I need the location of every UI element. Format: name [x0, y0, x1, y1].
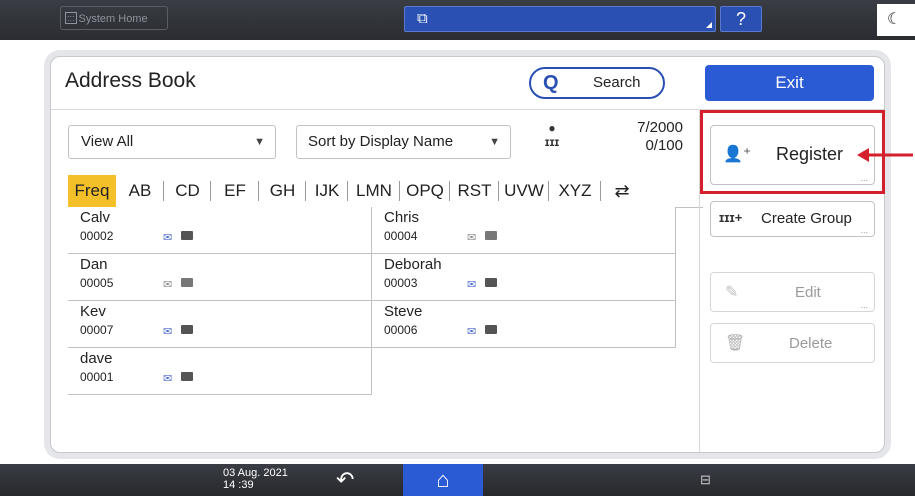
email-icon: ✉ — [163, 279, 173, 291]
home-icon: ⌂ — [436, 467, 450, 492]
folder-icon — [181, 278, 193, 287]
system-home-button[interactable]: ::: System Home — [60, 6, 168, 30]
dropdown-arrow-icon: ▼ — [254, 136, 265, 148]
email-icon: ✉ — [163, 326, 173, 338]
create-group-button[interactable]: ɪɪɪ+ Create Group ... — [710, 201, 875, 237]
folder-icon — [181, 372, 193, 381]
more-indicator: ... — [860, 225, 868, 235]
email-icon: ✉ — [163, 232, 173, 244]
view-filter-dropdown[interactable]: View All ▼ — [68, 125, 276, 159]
list-item[interactable]: Deborah 00003 ✉ — [372, 254, 676, 301]
tab-uvw[interactable]: UVW — [499, 175, 549, 207]
list-item[interactable]: Dan 00005 ✉ — [68, 254, 372, 301]
email-icon: ✉ — [163, 373, 173, 385]
add-group-icon: ɪɪɪ+ — [719, 210, 743, 225]
more-indicator: ... — [860, 300, 868, 310]
trash-icon: 🗑 — [725, 335, 746, 352]
tab-rst[interactable]: RST — [450, 175, 499, 207]
search-label: Search — [593, 74, 641, 91]
pointer-arrow-icon — [857, 148, 913, 162]
copy-device-icon: ⧉ — [417, 10, 428, 27]
panel-header: Address Book Q Search Exit — [51, 57, 884, 110]
email-icon: ✉ — [467, 232, 477, 244]
edit-button[interactable]: ✎ Edit ... — [710, 272, 875, 312]
night-mode-button[interactable]: ☾ — [877, 4, 915, 36]
tab-ab[interactable]: AB — [116, 175, 164, 207]
folder-icon — [485, 231, 497, 240]
folder-icon — [485, 278, 497, 287]
date-time: 03 Aug. 2021 14 :39 — [223, 467, 288, 491]
back-icon[interactable]: ↶ — [336, 467, 354, 493]
time-text: 14 :39 — [223, 479, 254, 491]
device-status-bar[interactable]: ⧉ — [404, 6, 716, 32]
system-home-label: System Home — [78, 13, 148, 25]
view-filter-value: View All — [81, 133, 134, 150]
tab-opq[interactable]: OPQ — [400, 175, 450, 207]
tab-xyz[interactable]: XYZ — [549, 175, 601, 207]
tab-cd[interactable]: CD — [164, 175, 211, 207]
folder-icon — [181, 231, 193, 240]
pencil-icon: ✎ — [725, 284, 739, 301]
switch-index-button[interactable]: ⇄ — [601, 175, 643, 207]
top-status-bar: ::: System Home ⧉ ? ☾ — [0, 0, 915, 40]
sort-value: Sort by Display Name — [308, 133, 454, 150]
user-icon: ● — [548, 121, 556, 135]
job-status-icon[interactable]: ⊟ — [700, 472, 711, 488]
tab-lmn[interactable]: LMN — [348, 175, 400, 207]
list-item[interactable]: Chris 00004 ✉ — [372, 207, 676, 254]
help-label: ? — [735, 9, 746, 29]
user-count: 7/2000 — [637, 119, 683, 136]
swap-icon: ⇄ — [614, 181, 630, 201]
search-button[interactable]: Q Search — [529, 67, 665, 99]
tab-ijk[interactable]: IJK — [306, 175, 348, 207]
moon-icon: ☾ — [887, 11, 902, 28]
list-item[interactable]: Calv 00002 ✉ — [68, 207, 372, 254]
count-icons: ● ɪɪɪ — [537, 121, 567, 149]
tab-ef[interactable]: EF — [211, 175, 259, 207]
dropdown-arrow-icon: ▼ — [489, 136, 500, 148]
edit-label: Edit — [795, 284, 821, 301]
tab-gh[interactable]: GH — [259, 175, 306, 207]
create-group-label: Create Group — [761, 210, 852, 227]
grid-icon: ::: — [65, 12, 77, 24]
date-text: 03 Aug. 2021 — [223, 467, 288, 479]
sort-dropdown[interactable]: Sort by Display Name ▼ — [296, 125, 511, 159]
email-icon: ✉ — [467, 326, 477, 338]
tab-freq[interactable]: Freq — [68, 175, 116, 207]
home-button[interactable]: ⌂ — [403, 464, 483, 496]
search-icon: Q — [543, 72, 559, 94]
index-tabs: Freq AB CD EF GH IJK LMN OPQ RST UVW XYZ… — [68, 175, 703, 208]
group-icon: ɪɪɪ — [544, 135, 560, 149]
group-count: 0/100 — [645, 137, 683, 154]
folder-icon — [485, 325, 497, 334]
delete-button[interactable]: 🗑 Delete — [710, 323, 875, 363]
bottom-bar: 03 Aug. 2021 14 :39 ↶ ⌂ ⊟ — [0, 464, 915, 496]
help-button[interactable]: ? — [720, 6, 762, 32]
email-icon: ✉ — [467, 279, 477, 291]
list-item[interactable]: Kev 00007 ✉ — [68, 301, 372, 348]
expand-corner-icon — [706, 22, 712, 28]
list-item[interactable]: Steve 00006 ✉ — [372, 301, 676, 348]
entry-counts: 7/2000 0/100 — [591, 119, 683, 155]
delete-label: Delete — [789, 335, 833, 352]
exit-button[interactable]: Exit — [705, 65, 874, 101]
folder-icon — [181, 325, 193, 334]
list-item[interactable]: dave 00001 ✉ — [68, 348, 372, 395]
page-title: Address Book — [65, 69, 196, 92]
